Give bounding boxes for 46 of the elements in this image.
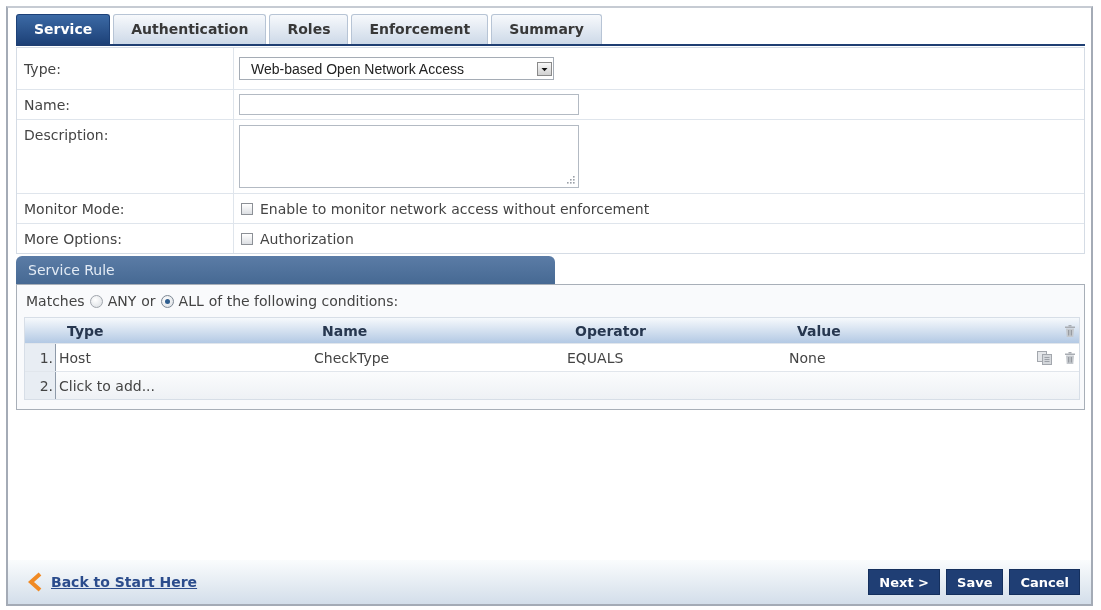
wizard-button[interactable]: Cancel — [1009, 569, 1080, 595]
field-label: Name: — [24, 96, 71, 113]
radio-label: ANY — [107, 293, 137, 309]
radio-button[interactable] — [160, 294, 174, 308]
field-label: Monitor Mode: — [24, 200, 125, 217]
checkbox[interactable] — [241, 202, 253, 215]
matches-text: or — [141, 293, 156, 309]
checkbox-label: Authorization — [260, 230, 354, 247]
resize-grip-icon[interactable] — [567, 176, 575, 184]
checkbox[interactable] — [241, 232, 253, 245]
row-number: 1. — [39, 349, 53, 366]
matches-text: Matches — [26, 293, 85, 309]
section-header: Service Rule — [16, 256, 555, 284]
description-field[interactable] — [239, 125, 579, 188]
checkbox-label: Enable to monitor network access without enforcement — [260, 200, 650, 217]
wizard-button[interactable]: Next > — [868, 569, 940, 595]
wizard-button[interactable]: Save — [946, 569, 1004, 595]
table-cell: None — [789, 349, 826, 366]
tab[interactable]: Service — [16, 14, 111, 44]
add-row-prompt[interactable]: Click to add... — [59, 377, 156, 394]
tab[interactable]: Roles — [269, 14, 349, 44]
column-header: Name — [321, 322, 369, 339]
table-cell: CheckType — [314, 349, 390, 366]
column-header: Value — [796, 322, 842, 339]
row-number: 2. — [39, 377, 53, 394]
table-cell: Host — [59, 349, 91, 366]
matches-text: of the following conditions: — [208, 293, 399, 309]
back-link[interactable]: Back to Start Here — [51, 574, 198, 590]
radio-label: ALL — [178, 293, 204, 309]
field-label: Type: — [24, 60, 61, 77]
type-dropdown[interactable]: Web-based Open Network Access — [239, 57, 554, 80]
column-header: Type — [66, 322, 105, 339]
field-label: Description: — [24, 127, 109, 143]
name-field[interactable] — [239, 94, 579, 115]
chevron-left-icon[interactable] — [28, 572, 42, 592]
radio-button[interactable] — [89, 294, 103, 308]
trash-icon[interactable] — [1065, 324, 1075, 337]
tab[interactable]: Summary — [491, 14, 602, 44]
caret-icon[interactable] — [537, 61, 552, 76]
tab[interactable]: Authentication — [113, 14, 267, 44]
table-cell: EQUALS — [567, 349, 624, 366]
trash-icon[interactable] — [1065, 351, 1075, 364]
tab[interactable]: Enforcement — [351, 14, 489, 44]
column-header: Operator — [574, 322, 647, 339]
copy-icon[interactable] — [1037, 350, 1053, 365]
field-label: More Options: — [24, 230, 122, 247]
